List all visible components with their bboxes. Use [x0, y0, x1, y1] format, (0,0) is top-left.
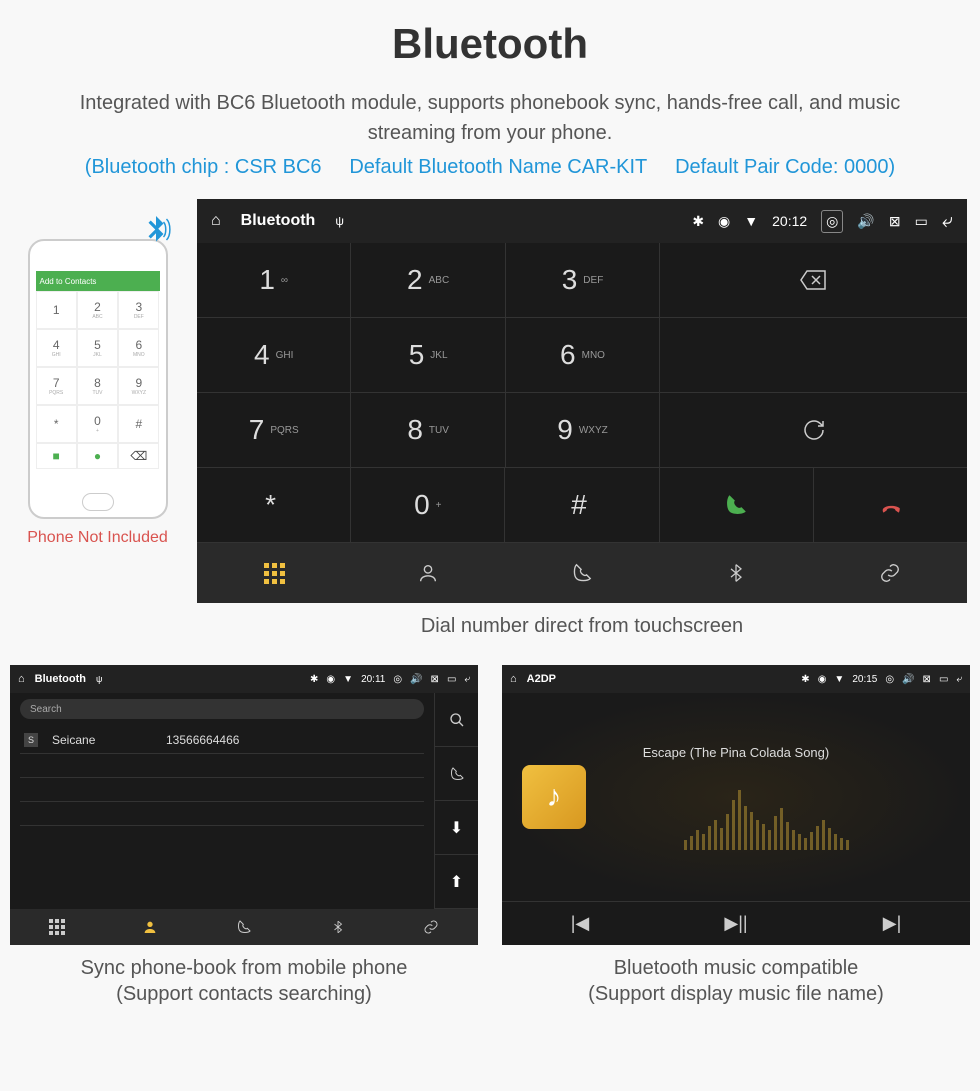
- key-7[interactable]: 7PQRS: [197, 393, 351, 467]
- key-0[interactable]: 0+: [351, 468, 505, 542]
- contact-row[interactable]: S Seicane 13566664466: [20, 727, 424, 754]
- backspace-button[interactable]: [660, 243, 967, 317]
- track-title: Escape (The Pina Colada Song): [643, 745, 829, 760]
- key-4[interactable]: 4GHI: [197, 318, 351, 392]
- key-3[interactable]: 3DEF: [506, 243, 660, 317]
- visualizer: [684, 780, 849, 850]
- hangup-button[interactable]: [814, 468, 967, 542]
- back-icon[interactable]: ⤶: [942, 210, 953, 233]
- prev-button[interactable]: |◀: [502, 901, 658, 945]
- key-6[interactable]: 6MNO: [506, 318, 660, 392]
- bluetooth-wave-icon: [138, 213, 174, 256]
- sync-down-button[interactable]: ⬇: [434, 801, 478, 855]
- home-icon[interactable]: ⌂: [510, 673, 517, 685]
- pair-tab[interactable]: [291, 909, 385, 945]
- phone-header: Add to Contacts: [36, 271, 160, 291]
- call-button[interactable]: [434, 747, 478, 801]
- bluetooth-info: (Bluetooth chip : CSR BC6 Default Blueto…: [10, 156, 970, 179]
- pair-tab[interactable]: [659, 543, 813, 603]
- subtitle: Integrated with BC6 Bluetooth module, su…: [10, 88, 970, 148]
- contacts-screen: ⌂ Bluetooth ψ ✱◉▼20:11◎🔊⊠▭⤶ Search S Sei…: [10, 665, 478, 945]
- usb-icon: ψ: [335, 214, 344, 228]
- key-8[interactable]: 8TUV: [351, 393, 505, 467]
- contacts-caption: Sync phone-book from mobile phone(Suppor…: [10, 955, 478, 1007]
- usb-icon: ψ: [96, 674, 102, 684]
- call-button[interactable]: [660, 468, 814, 542]
- bar-title: A2DP: [527, 673, 556, 685]
- keypad-tab[interactable]: [10, 909, 104, 945]
- key-*[interactable]: *: [197, 468, 351, 542]
- wifi-icon: ▼: [744, 213, 758, 229]
- history-tab[interactable]: [505, 543, 659, 603]
- home-icon[interactable]: ⌂: [211, 212, 221, 230]
- bar-title: Bluetooth: [35, 673, 86, 685]
- dialer-screen: ⌂ Bluetooth ψ ✱ ◉ ▼ 20:12 ◎ 🔊 ⊠ ▭ ⤶: [197, 199, 967, 603]
- camera-icon[interactable]: ◎: [821, 210, 843, 233]
- key-5[interactable]: 5JKL: [351, 318, 505, 392]
- home-icon[interactable]: ⌂: [18, 673, 25, 685]
- sync-up-button[interactable]: ⬆: [434, 855, 478, 909]
- contacts-tab[interactable]: [351, 543, 505, 603]
- key-1[interactable]: 1∞: [197, 243, 351, 317]
- key-#[interactable]: #: [505, 468, 659, 542]
- search-input[interactable]: Search: [20, 699, 424, 719]
- bluetooth-icon: ✱: [692, 213, 704, 230]
- key-2[interactable]: 2ABC: [351, 243, 505, 317]
- page-title: Bluetooth: [10, 20, 970, 68]
- play-pause-button[interactable]: ▶||: [658, 901, 814, 945]
- volume-icon[interactable]: 🔊: [857, 213, 874, 230]
- contacts-tab[interactable]: [104, 909, 198, 945]
- music-caption: Bluetooth music compatible(Support displ…: [502, 955, 970, 1007]
- phone-mockup: Add to Contacts 12ABC3DEF 4GHI5JKL6MNO 7…: [28, 239, 168, 519]
- link-tab[interactable]: [813, 543, 967, 603]
- recents-icon[interactable]: ▭: [915, 213, 928, 230]
- redial-button[interactable]: [660, 393, 967, 467]
- music-album-icon: ♪: [522, 765, 586, 829]
- close-icon[interactable]: ⊠: [889, 213, 901, 230]
- keypad-tab[interactable]: [197, 543, 351, 603]
- music-screen: ⌂ A2DP ✱◉▼20:15◎🔊⊠▭⤶ ♪ Escape (The Pina …: [502, 665, 970, 945]
- phone-note: Phone Not Included: [10, 529, 185, 547]
- search-button[interactable]: [434, 693, 478, 747]
- next-button[interactable]: ▶|: [814, 901, 970, 945]
- clock: 20:12: [772, 213, 807, 229]
- history-tab[interactable]: [197, 909, 291, 945]
- link-tab[interactable]: [384, 909, 478, 945]
- dialer-caption: Dial number direct from touchscreen: [197, 613, 967, 639]
- key-9[interactable]: 9WXYZ: [506, 393, 660, 467]
- bar-title: Bluetooth: [241, 212, 316, 230]
- location-icon: ◉: [718, 213, 730, 230]
